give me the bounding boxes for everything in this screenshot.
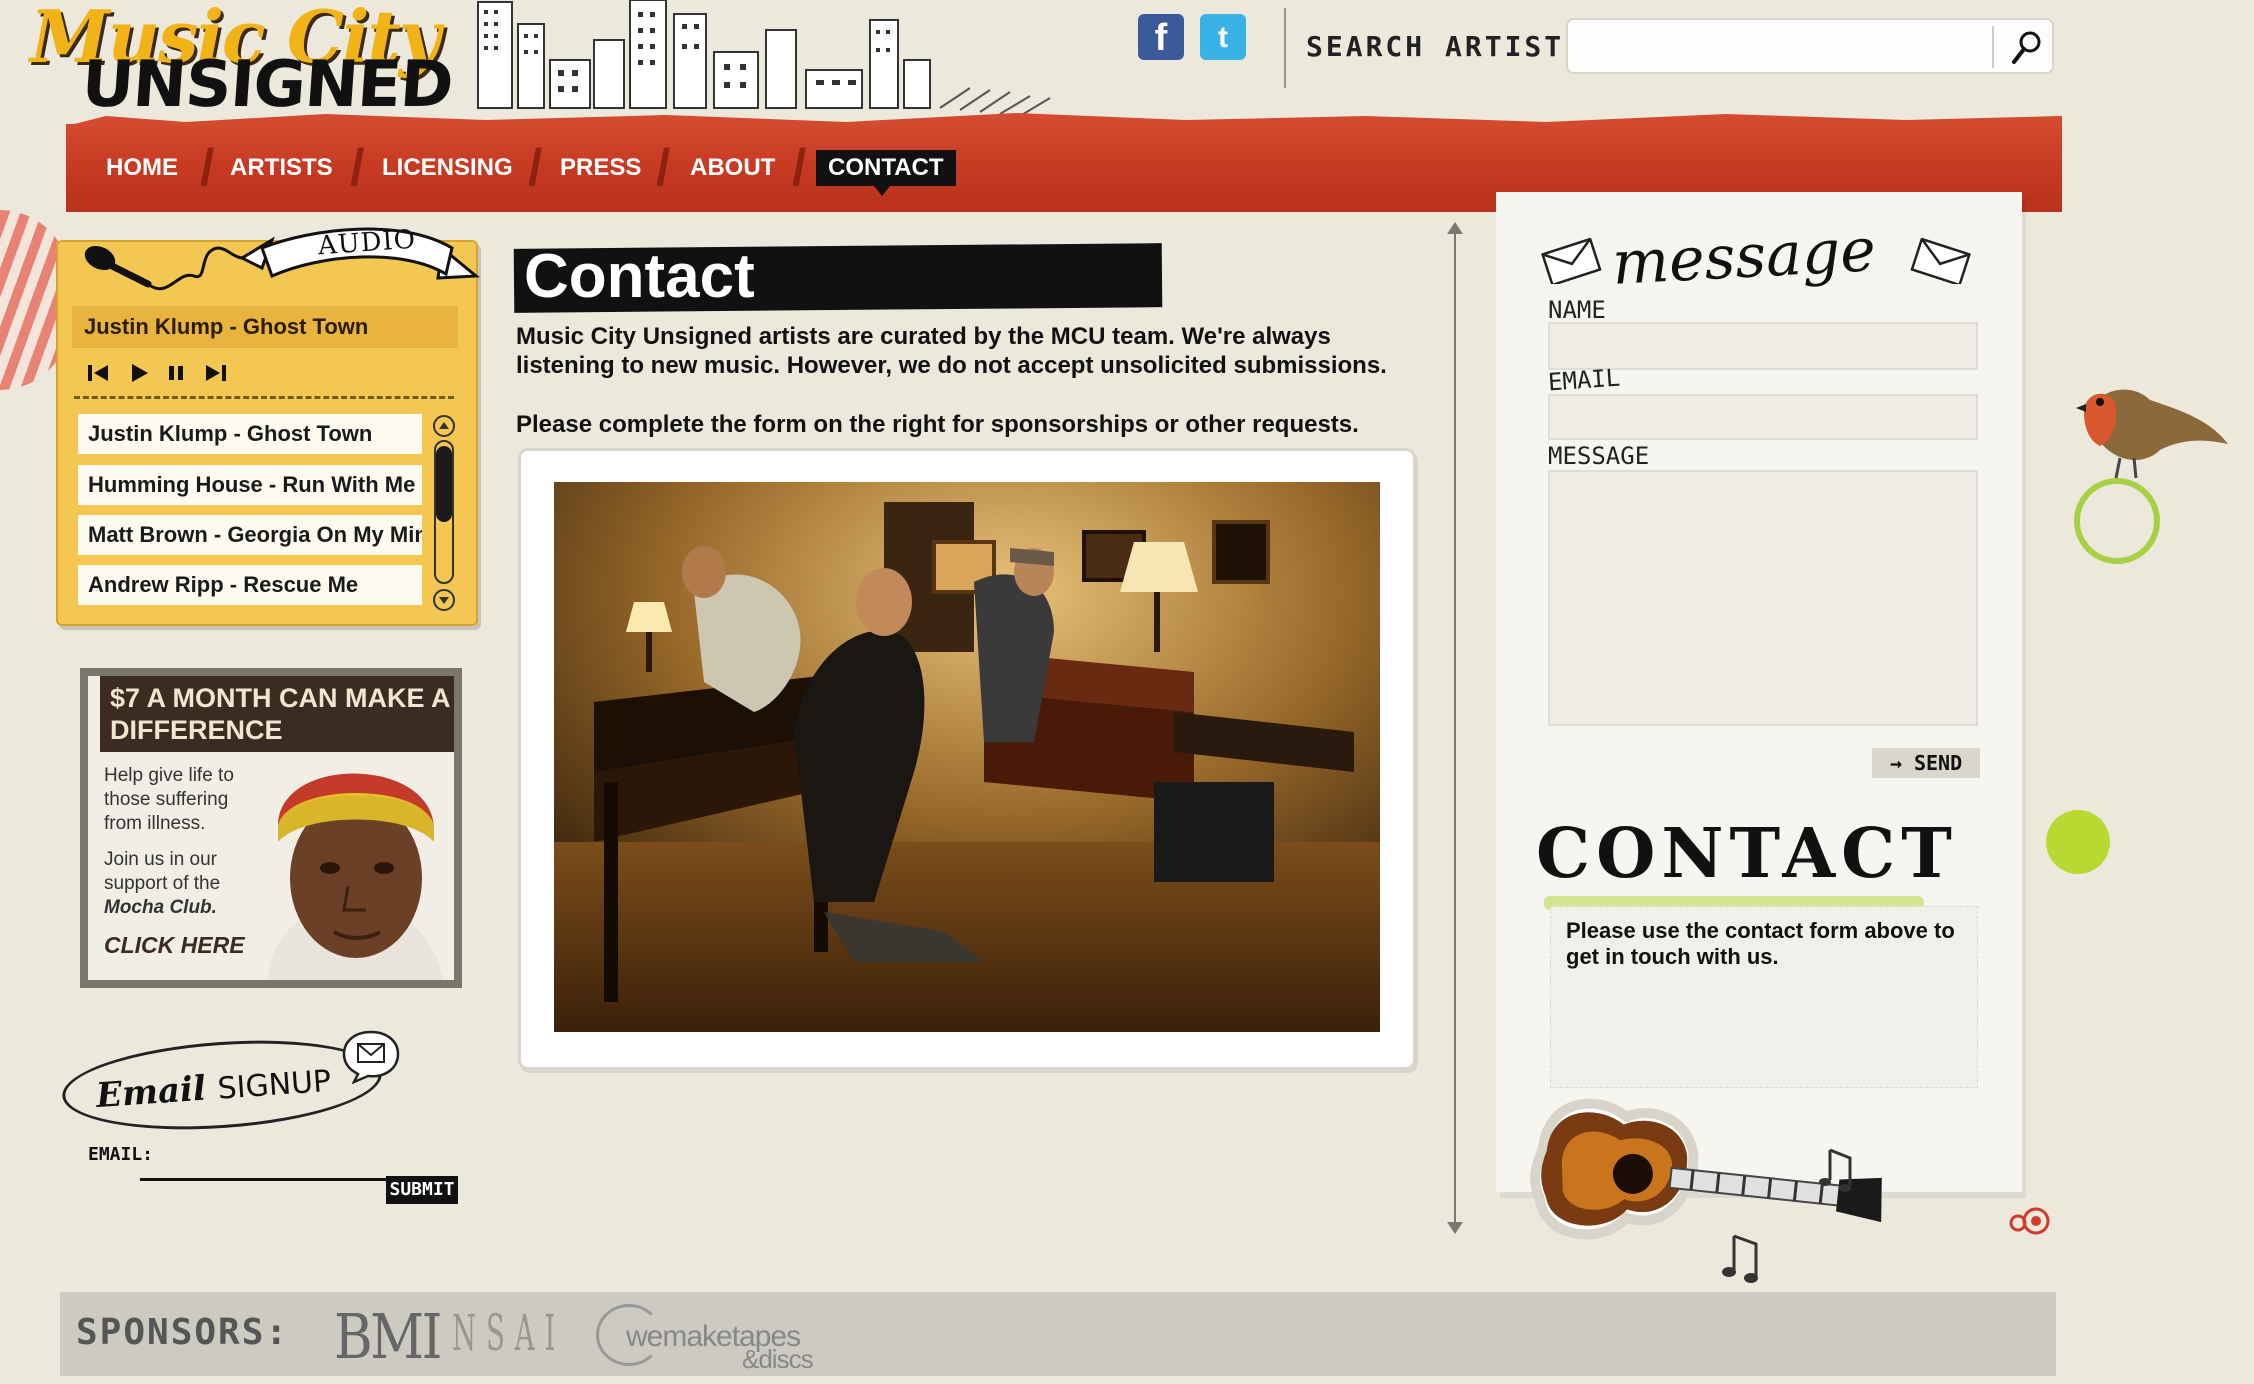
band-rehearsal-photo xyxy=(554,482,1380,1032)
nav-about[interactable]: ABOUT xyxy=(682,150,783,186)
ad-body2-bold: Mocha Club. xyxy=(104,897,217,918)
nav-licensing[interactable]: LICENSING xyxy=(374,150,521,186)
signup-email-input[interactable] xyxy=(140,1146,388,1181)
search-divider xyxy=(1992,26,1994,68)
sponsor-nsai-logo[interactable]: NSAI xyxy=(452,1304,565,1362)
nav-separator: / xyxy=(656,139,671,197)
ad-body-text: Help give life to those suffering from i… xyxy=(104,765,234,834)
playlist-scroll-thumb[interactable] xyxy=(436,446,452,522)
prev-icon[interactable] xyxy=(82,358,116,388)
green-dot-decoration xyxy=(2046,810,2110,874)
ad-click-here[interactable]: CLICK HERE xyxy=(104,932,245,959)
nav-separator: / xyxy=(200,139,215,197)
envelope-icon xyxy=(1910,238,1971,284)
nav-press[interactable]: PRESS xyxy=(552,150,649,186)
red-target-decoration xyxy=(2009,1207,2050,1235)
divider-arrow-top xyxy=(1447,222,1463,234)
playlist-track[interactable]: Humming House - Run With Me xyxy=(78,465,422,505)
playlist-track[interactable]: Matt Brown - Georgia On My Mind xyxy=(78,515,422,555)
sponsors-label: SPONSORS: xyxy=(76,1312,290,1353)
search-input[interactable] xyxy=(1578,28,1992,66)
scroll-up-icon[interactable] xyxy=(432,414,456,438)
search-box xyxy=(1566,18,2054,74)
column-divider xyxy=(1454,226,1456,1230)
page-title: Contact xyxy=(524,242,755,311)
scroll-down-icon[interactable] xyxy=(432,588,456,612)
microphone-icon xyxy=(84,245,249,291)
name-field[interactable] xyxy=(1548,322,1978,370)
signup-plain: SIGNUP xyxy=(216,1063,333,1107)
nav-separator: / xyxy=(792,139,807,197)
search-label: SEARCH ARTISTS: xyxy=(1306,30,1604,63)
send-button[interactable]: → SEND xyxy=(1872,748,1980,778)
ad-body-text-2: Join us in our support of the Mocha Club… xyxy=(104,848,264,920)
sponsor-wemaketapes-logo[interactable]: wemaketapes &discs xyxy=(596,1300,826,1374)
pause-icon[interactable] xyxy=(160,358,194,388)
robin-bird-illustration xyxy=(2076,389,2228,479)
contact-note-text: Please use the contact form above to get… xyxy=(1566,918,1955,969)
divider-arrow-bottom xyxy=(1447,1222,1463,1234)
nav-contact[interactable]: CONTACT xyxy=(816,150,956,186)
nav-separator: / xyxy=(528,139,543,197)
green-ring-decoration xyxy=(2074,478,2160,564)
wemaketapes-subtext: &discs xyxy=(742,1344,814,1374)
intro-paragraph-2: Please complete the form on the right fo… xyxy=(516,411,1359,438)
name-label: NAME xyxy=(1548,296,1606,324)
contact-heading: CONTACT xyxy=(1536,814,1958,894)
ad-body2-prefix: Join us in our support of the xyxy=(104,849,221,894)
email-label: EMAIL xyxy=(1547,363,1622,397)
ad-portrait-image xyxy=(268,773,443,980)
playlist-track[interactable]: Andrew Ripp - Rescue Me xyxy=(78,565,422,605)
signup-submit-button[interactable]: SUBMIT xyxy=(386,1176,458,1204)
message-field[interactable] xyxy=(1548,470,1978,726)
envelope-bubble-icon xyxy=(342,1030,400,1084)
header-divider xyxy=(1284,8,1286,88)
message-label: MESSAGE xyxy=(1548,442,1650,470)
nav-home[interactable]: HOME xyxy=(98,150,186,186)
mocha-club-ad[interactable]: $7 A MONTH CAN MAKE A DIFFERENCE Help gi… xyxy=(80,668,462,988)
next-icon[interactable] xyxy=(198,358,232,388)
facebook-icon[interactable]: f xyxy=(1138,14,1184,60)
email-field[interactable] xyxy=(1548,394,1978,440)
sponsor-bmi-logo[interactable]: BMI xyxy=(334,1300,442,1373)
search-icon[interactable] xyxy=(2000,24,2050,70)
intro-paragraph: Music City Unsigned artists are curated … xyxy=(516,323,1387,379)
nav-separator: / xyxy=(350,139,365,197)
nav-torn-edge xyxy=(66,113,2062,126)
signup-script: Email xyxy=(94,1068,208,1117)
city-skyline-illustration xyxy=(477,0,1051,117)
music-notes-icon xyxy=(1722,1148,1852,1283)
player-divider xyxy=(74,396,454,399)
ad-headline: $7 A MONTH CAN MAKE A DIFFERENCE xyxy=(100,676,454,752)
envelope-icon xyxy=(1541,238,1602,284)
playlist-track[interactable]: Justin Klump - Ghost Town xyxy=(78,414,422,454)
message-form-title: message xyxy=(1610,215,1878,299)
play-icon[interactable] xyxy=(122,358,156,388)
nav-active-indicator xyxy=(874,186,890,196)
nav-artists[interactable]: ARTISTS xyxy=(222,150,341,186)
twitter-icon[interactable]: t xyxy=(1200,14,1246,60)
now-playing-title: Justin Klump - Ghost Town xyxy=(72,306,458,348)
